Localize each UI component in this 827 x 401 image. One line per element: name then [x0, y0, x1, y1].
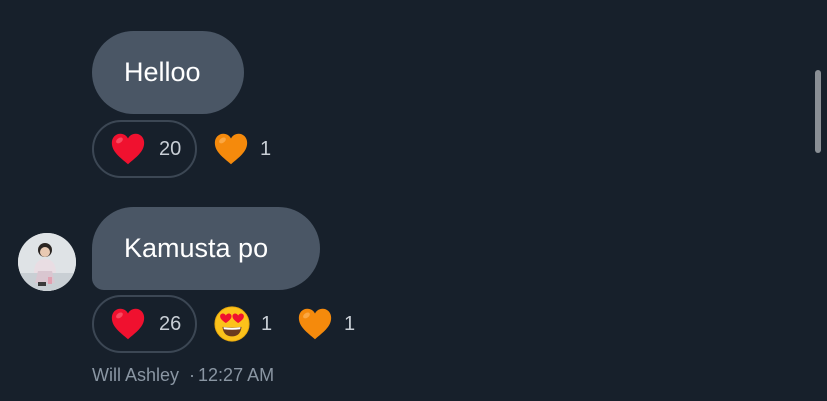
message-bubble[interactable]: Kamusta po — [92, 207, 320, 290]
orange-heart-icon — [296, 305, 334, 343]
avatar-image — [18, 233, 76, 291]
message-text: Kamusta po — [124, 233, 269, 263]
message-meta: Will Ashley · 12:27 AM — [92, 365, 274, 386]
reaction-count: 1 — [261, 312, 273, 335]
message-bubble[interactable]: Helloo — [92, 31, 244, 114]
reaction-red-heart[interactable]: 26 — [92, 295, 197, 353]
sender-name[interactable]: Will Ashley — [92, 365, 179, 385]
reaction-heart-eyes[interactable]: 1 — [213, 295, 272, 353]
reaction-orange-heart[interactable]: 1 — [296, 295, 355, 353]
reaction-count: 26 — [159, 312, 182, 335]
meta-separator: · — [189, 365, 196, 385]
message-text: Helloo — [124, 57, 201, 87]
red-heart-icon — [109, 130, 147, 168]
reaction-count: 20 — [159, 137, 182, 160]
orange-heart-icon — [212, 130, 250, 168]
message-timestamp: 12:27 AM — [198, 365, 275, 385]
avatar[interactable] — [18, 233, 76, 291]
heart-eyes-face-icon — [213, 305, 251, 343]
red-heart-icon — [109, 305, 147, 343]
scrollbar-thumb[interactable] — [815, 70, 821, 153]
reaction-red-heart[interactable]: 20 — [92, 120, 197, 178]
reaction-orange-heart[interactable]: 1 — [212, 120, 271, 178]
reaction-count: 1 — [260, 137, 272, 160]
reaction-count: 1 — [344, 312, 356, 335]
